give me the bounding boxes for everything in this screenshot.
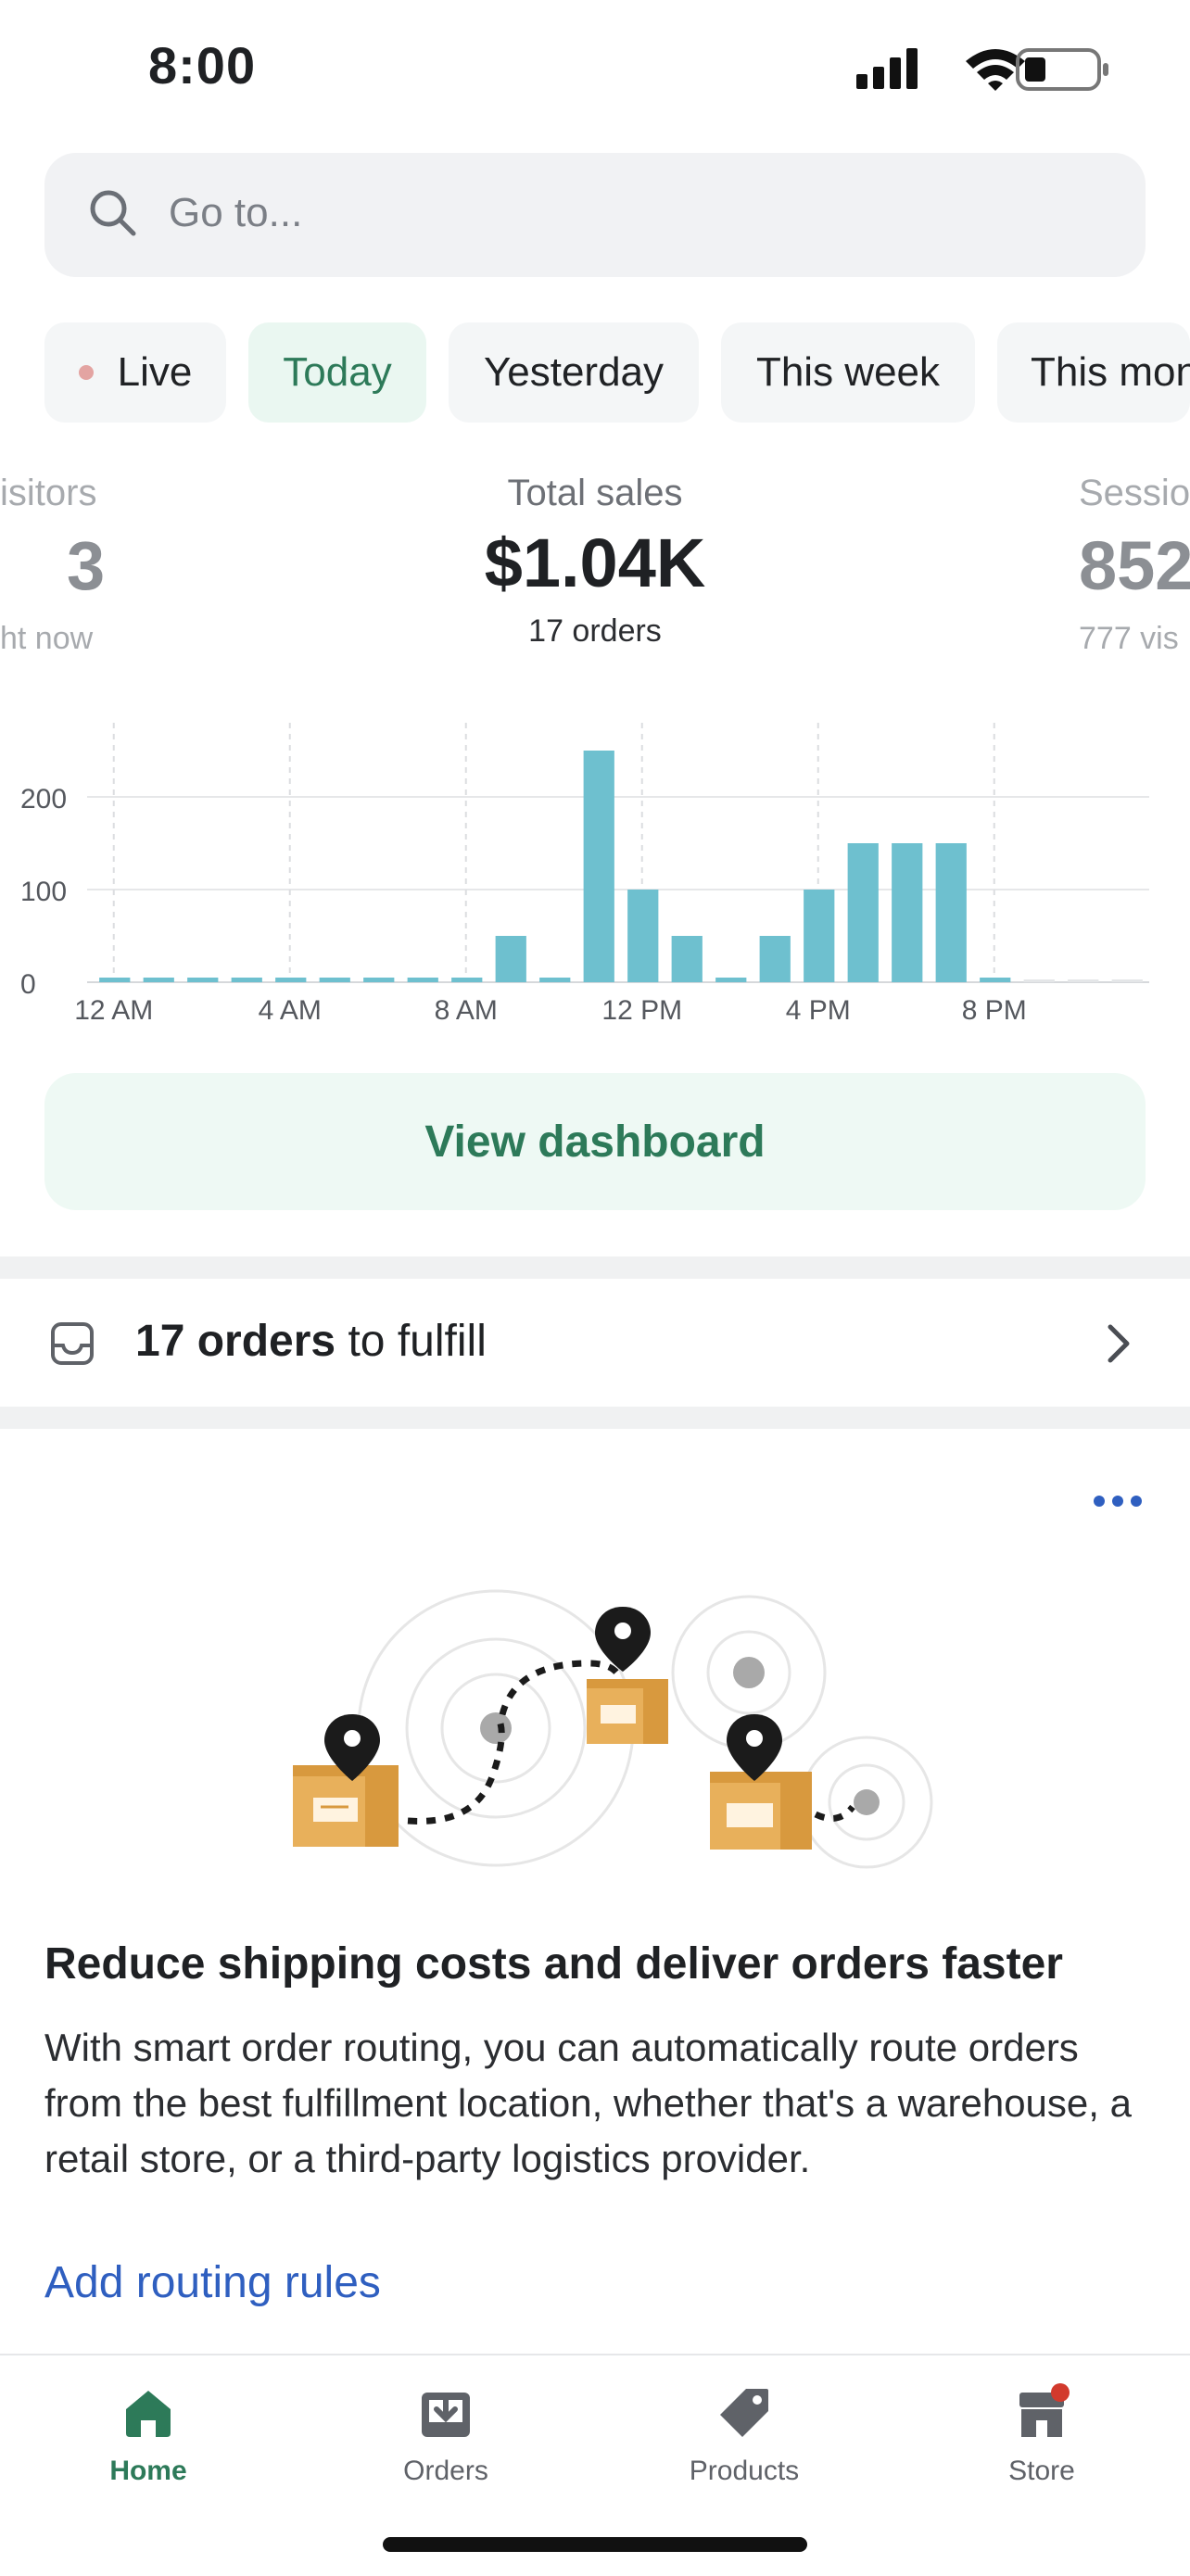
signal-icon xyxy=(856,48,918,89)
chart-bar xyxy=(451,978,483,982)
tab-home[interactable]: Home xyxy=(56,2372,241,2502)
notification-badge xyxy=(1051,2383,1070,2402)
sessions-value: 852 xyxy=(1079,527,1190,604)
chart-bar xyxy=(715,978,747,982)
map-pin-icon xyxy=(727,1714,782,1781)
filter-today[interactable]: Today xyxy=(248,322,426,423)
shipping-illustration xyxy=(293,1589,933,1869)
inbox-icon xyxy=(51,1322,94,1365)
chart-bar xyxy=(804,890,835,982)
filter-live-label: Live xyxy=(117,349,193,395)
chart-bar xyxy=(980,978,1011,982)
filter-this-month[interactable]: This mon xyxy=(997,322,1190,423)
y-tick-label: 200 xyxy=(20,784,67,814)
chart-bar xyxy=(363,978,395,982)
orders-icon xyxy=(422,2393,470,2437)
chart-bar xyxy=(539,978,571,982)
tab-store-label: Store xyxy=(1008,2456,1075,2486)
sales-chart: 0 100 200 12 AM 4 AM 8 AM 12 PM 4 PM 8 PM xyxy=(20,723,1149,1026)
filter-this-week[interactable]: This week xyxy=(721,322,975,423)
store-icon xyxy=(1019,2383,1070,2437)
chart-bar xyxy=(847,843,879,982)
chart-bar xyxy=(407,978,438,982)
tab-orders-label: Orders xyxy=(403,2456,488,2486)
tab-home-label: Home xyxy=(109,2456,187,2486)
chart-bar xyxy=(1023,979,1055,982)
chart-bar xyxy=(187,978,219,982)
card-title: Reduce shipping costs and deliver orders… xyxy=(44,1939,1063,1989)
total-sales-label: Total sales xyxy=(507,473,683,513)
card-body: With smart order routing, you can automa… xyxy=(44,2026,1132,2180)
visitors-label: isitors xyxy=(0,473,97,513)
filter-yesterday-label: Yesterday xyxy=(483,349,665,395)
orders-count: 17 orders xyxy=(135,1317,336,1366)
chart-bar xyxy=(319,978,350,982)
total-sales-value: $1.04K xyxy=(484,524,706,601)
chevron-right-icon xyxy=(1108,1324,1130,1363)
tab-store[interactable]: Store xyxy=(949,2372,1134,2502)
live-dot-icon xyxy=(78,365,94,380)
search-icon xyxy=(90,190,136,236)
filter-this-week-label: This week xyxy=(755,349,941,395)
y-tick-label: 100 xyxy=(20,877,67,907)
filter-live[interactable]: Live xyxy=(44,322,226,423)
x-tick-label: 8 AM xyxy=(435,995,498,1026)
chart-bar xyxy=(495,936,526,982)
x-tick-label: 4 AM xyxy=(259,995,322,1026)
chart-bar xyxy=(892,843,923,982)
chart-bar xyxy=(99,978,131,982)
package-icon xyxy=(587,1679,668,1744)
chart-bar xyxy=(935,843,967,982)
x-tick-label: 4 PM xyxy=(786,995,851,1026)
total-sales-orders: 17 orders xyxy=(528,613,662,649)
sessions-label: Sessio xyxy=(1079,473,1190,513)
section-divider xyxy=(0,1407,1190,1429)
orders-to-fulfill-text: 17 orders to fulfill xyxy=(135,1316,487,1367)
chart-bar xyxy=(627,890,659,982)
chart-bar xyxy=(143,978,174,982)
package-icon xyxy=(293,1765,399,1847)
status-icons xyxy=(856,48,1108,91)
orders-suffix: to fulfill xyxy=(335,1317,487,1366)
view-dashboard-button[interactable]: View dashboard xyxy=(44,1073,1146,1210)
chart-bar xyxy=(1068,979,1099,982)
y-tick-label: 0 xyxy=(20,969,36,1000)
tag-icon xyxy=(720,2389,768,2437)
section-divider xyxy=(0,1256,1190,1279)
visitors-sub: ht now xyxy=(0,621,94,656)
package-icon xyxy=(710,1772,812,1850)
sessions-sub: 777 vis xyxy=(1079,621,1179,656)
add-routing-rules-link[interactable]: Add routing rules xyxy=(44,2257,381,2308)
tab-orders[interactable]: Orders xyxy=(353,2372,538,2502)
battery-icon xyxy=(1016,48,1108,91)
home-icon xyxy=(126,2391,171,2437)
x-tick-label: 8 PM xyxy=(962,995,1027,1026)
chart-bar xyxy=(583,751,614,982)
visitors-value: 3 xyxy=(67,527,106,604)
filter-today-label: Today xyxy=(283,349,392,395)
x-tick-label: 12 AM xyxy=(74,995,153,1026)
x-tick-label: 12 PM xyxy=(601,995,682,1026)
filter-yesterday[interactable]: Yesterday xyxy=(449,322,699,423)
chart-bar xyxy=(671,936,703,982)
status-time: 8:00 xyxy=(148,36,257,95)
total-sales-metric[interactable]: Total sales $1.04K 17 orders xyxy=(363,473,827,650)
search-placeholder: Go to... xyxy=(169,190,303,235)
map-pin-icon xyxy=(595,1607,651,1672)
chart-bar xyxy=(275,978,307,982)
tab-products[interactable]: Products xyxy=(652,2372,837,2502)
tab-products-label: Products xyxy=(689,2456,800,2486)
filter-this-month-label: This mon xyxy=(1031,349,1190,395)
home-indicator xyxy=(383,2537,807,2552)
chart-bar xyxy=(231,978,262,982)
chart-bar xyxy=(1111,979,1143,982)
chart-bar xyxy=(759,936,791,982)
more-options-icon[interactable] xyxy=(1092,1492,1144,1510)
